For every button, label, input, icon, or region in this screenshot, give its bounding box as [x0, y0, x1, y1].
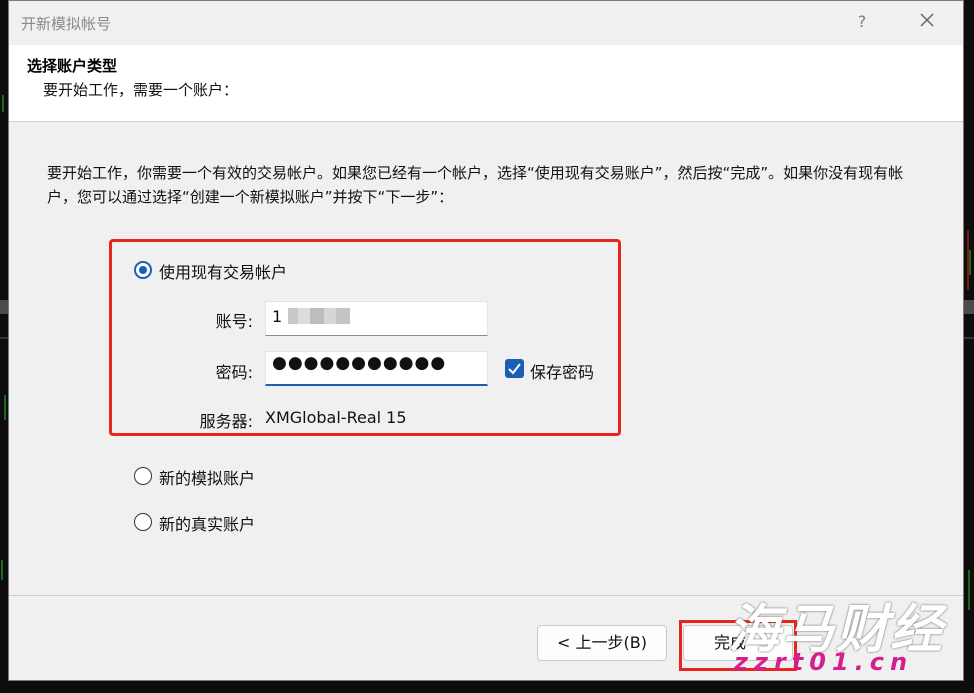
account-value: 1 [272, 307, 283, 326]
title-bar: 开新模拟帐号 ? [9, 1, 963, 45]
account-label: 账号: [215, 312, 253, 331]
close-button[interactable] [917, 10, 937, 30]
page-title: 选择账户类型 [27, 57, 118, 75]
help-button[interactable]: ? [853, 12, 871, 31]
wizard-header: 选择账户类型 要开始工作，需要一个账户： [9, 45, 963, 122]
existing-account-label[interactable]: 使用现有交易帐户 [159, 259, 287, 283]
redacted-account-number [288, 308, 350, 324]
server-label: 服务器: [199, 412, 253, 431]
new-real-account-radio[interactable] [134, 513, 152, 531]
watermark-domain: zzrt01.cn [734, 648, 914, 676]
window-title: 开新模拟帐号 [21, 15, 112, 33]
open-demo-account-dialog: 开新模拟帐号 ? 选择账户类型 要开始工作，需要一个账户： 要开始工作，你需要一… [8, 0, 964, 681]
server-value: XMGlobal-Real 15 [265, 408, 407, 427]
new-demo-account-radio[interactable] [134, 467, 152, 485]
save-password-checkbox[interactable] [505, 359, 524, 378]
password-value: ●●●●●●●●●●● [272, 353, 447, 373]
new-demo-account-label[interactable]: 新的模拟账户 [159, 465, 255, 489]
back-button[interactable]: < 上一步(B) [537, 625, 667, 661]
save-password-label[interactable]: 保存密码 [530, 359, 594, 383]
existing-account-radio[interactable] [134, 261, 152, 279]
new-real-account-label[interactable]: 新的真实账户 [159, 511, 255, 535]
description-text: 要开始工作，你需要一个有效的交易帐户。如果您已经有一个帐户，选择“使用现有交易账… [47, 164, 904, 206]
watermark: 海马财经 zzrt01.cn [720, 585, 970, 685]
password-input[interactable]: ●●●●●●●●●●● [265, 351, 488, 386]
account-input[interactable]: 1 [265, 301, 488, 336]
checkmark-icon [508, 363, 521, 375]
page-subtitle: 要开始工作，需要一个账户： [43, 81, 239, 99]
background-chart-left [0, 0, 8, 689]
close-icon [920, 13, 934, 27]
password-label: 密码: [215, 363, 253, 382]
